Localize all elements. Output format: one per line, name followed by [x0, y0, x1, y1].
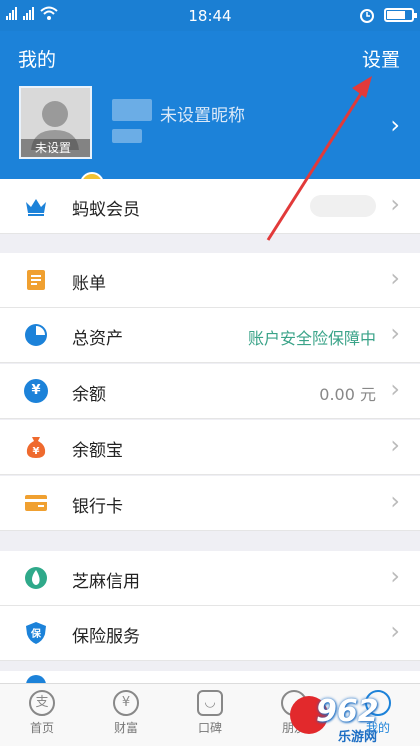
partial-row-icon	[26, 675, 46, 683]
koubei-icon: ◡	[197, 690, 223, 716]
settings-button[interactable]: 设置	[362, 45, 400, 72]
page-title: 我的	[18, 49, 57, 71]
chevron-right-icon: ›	[390, 562, 400, 590]
menu-row-insurance[interactable]: 保 保险服务 ›	[0, 606, 420, 661]
avatar[interactable]: 未设置	[19, 86, 92, 159]
yen-icon: ¥	[113, 690, 139, 716]
assets-insurance-status: 账户安全险保障中	[247, 329, 376, 348]
tab-wealth[interactable]: ¥ 财富	[84, 684, 168, 746]
pie-chart-icon	[25, 324, 47, 346]
chevron-right-icon: ›	[390, 190, 400, 218]
watermark-logo-text: 962	[316, 694, 379, 729]
alipay-icon: 支	[29, 690, 55, 716]
status-time: 18:44	[188, 7, 232, 25]
chevron-right-icon: ›	[390, 617, 400, 645]
watermark-sub-text: 乐游网	[338, 730, 378, 745]
chevron-right-icon: ›	[390, 431, 400, 459]
menu-row-partial	[0, 671, 420, 683]
menu-row-yuebao[interactable]: ¥ 余额宝 ›	[0, 420, 420, 475]
profile-header: 我的 设置 未设置 ★ 未设置昵称 ›	[0, 31, 420, 196]
menu-row-total-assets[interactable]: 总资产 账户安全险保障中 ›	[0, 308, 420, 363]
chevron-right-icon: ›	[390, 264, 400, 292]
shield-icon: 保	[26, 622, 46, 644]
tab-koubei[interactable]: ◡ 口碑	[168, 684, 252, 746]
avatar-badge-text: 未设置	[21, 139, 90, 157]
blurred-account-2	[112, 129, 142, 143]
blurred-member-info	[310, 195, 376, 217]
svg-text:¥: ¥	[33, 446, 40, 457]
chevron-right-icon: ›	[390, 487, 400, 515]
alarm-icon	[360, 9, 374, 23]
blurred-account	[112, 99, 152, 121]
nickname-label[interactable]: 未设置昵称	[160, 101, 245, 126]
money-bag-icon: ¥	[26, 437, 46, 458]
site-watermark: 962 乐游网	[282, 690, 414, 746]
status-bar: 18:44	[0, 0, 420, 31]
svg-text:保: 保	[30, 627, 42, 640]
bill-icon	[27, 270, 45, 290]
battery-icon	[384, 8, 417, 22]
bank-card-icon	[25, 495, 47, 511]
balance-value: 0.00 元	[319, 385, 376, 404]
tab-home[interactable]: 支 首页	[0, 684, 84, 746]
menu-row-bank-card[interactable]: 银行卡 ›	[0, 476, 420, 531]
menu-row-balance[interactable]: ¥ 余额 0.00 元 ›	[0, 364, 420, 419]
menu-row-sesame-credit[interactable]: 芝麻信用 ›	[0, 551, 420, 606]
chevron-right-icon: ›	[390, 319, 400, 347]
crown-icon	[26, 199, 46, 216]
menu-row-bill[interactable]: 账单 ›	[0, 253, 420, 308]
sesame-icon	[25, 567, 47, 589]
yen-icon: ¥	[24, 379, 48, 403]
chevron-right-icon[interactable]: ›	[390, 111, 400, 139]
member-row[interactable]: 蚂蚁会员 ›	[0, 179, 420, 234]
member-label: 蚂蚁会员	[72, 200, 140, 220]
chevron-right-icon: ›	[390, 375, 400, 403]
